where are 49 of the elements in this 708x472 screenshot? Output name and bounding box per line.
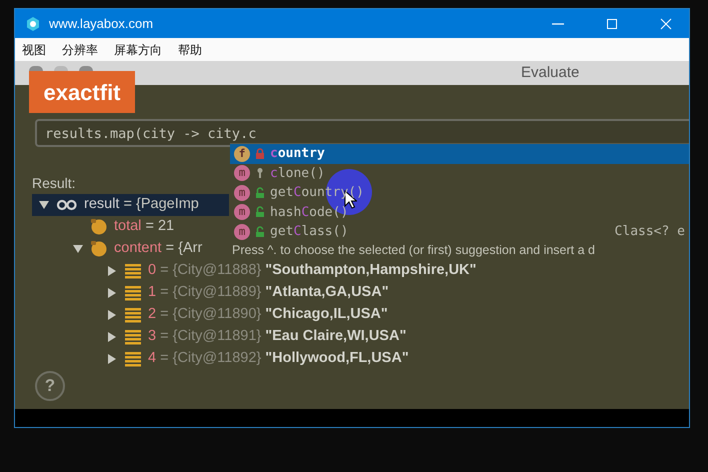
type-hint: Class<? e [614,223,686,241]
list-icon [124,285,142,301]
method-badge: m [234,165,250,182]
menu-item[interactable]: 分辨率 [60,40,100,58]
dialog-title: Evaluate [521,62,580,83]
field-icon [90,240,108,258]
method-badge: m [234,184,250,201]
field-icon [90,218,108,236]
method-badge: m [234,204,250,220]
collapse-arrow-icon[interactable] [72,243,84,255]
list-icon [124,263,142,279]
expand-arrow-icon[interactable] [106,353,118,365]
help-button[interactable]: ? [35,371,65,401]
suggestion-item[interactable]: m getClass() Class<? e [230,222,689,242]
maximize-icon [606,18,618,30]
tree-node-label: 2 = {City@11890} "Chicago,IL,USA" [148,305,388,324]
close-icon [660,18,672,30]
expand-arrow-icon[interactable] [106,309,118,321]
menu-item[interactable]: 视图 [20,40,48,58]
method-badge: m [234,224,250,240]
tree-node-label: 4 = {City@11892} "Hollywood,FL,USA" [148,349,409,368]
menu-item[interactable]: 帮助 [176,40,204,58]
list-icon [124,329,142,345]
tree-node-label: content = {Arr [114,239,202,258]
tree-node-label: 0 = {City@11888} "Southampton,Hampshire,UK" [148,261,476,280]
suggestion-item[interactable]: f country [230,144,689,164]
minimize-icon [552,22,564,24]
tree-row[interactable]: result = {PageImp [32,194,229,216]
expand-arrow-icon[interactable] [106,331,118,343]
hint-text: Press ^. to choose the selected (or first) suggestion and insert a d [231,242,596,260]
menu-item[interactable]: 屏幕方向 [112,40,164,58]
suggestion-item[interactable]: m hashCode() [230,202,689,222]
tree-node-label: total = 21 [114,217,174,236]
infinity-icon [56,199,78,211]
collapse-arrow-icon[interactable] [38,199,50,211]
expand-arrow-icon[interactable] [106,287,118,299]
list-icon [124,351,142,367]
result-label: Result: [32,175,77,191]
overlay-label: exactfit [29,71,135,113]
suggestion-item[interactable]: m clone() [230,164,689,183]
expression-field[interactable]: results.map(city -> city.c [35,119,689,147]
expand-arrow-icon[interactable] [106,265,118,277]
tree-node-label: result = {PageImp [84,195,199,214]
field-badge: f [234,146,250,162]
window-title: www.layabox.com [49,14,154,33]
tree-node-label: 3 = {City@11891} "Eau Claire,WI,USA" [148,327,406,346]
tree-node-label: 1 = {City@11889} "Atlanta,GA,USA" [148,283,389,302]
app-logo-icon [25,16,41,32]
list-icon [124,307,142,323]
